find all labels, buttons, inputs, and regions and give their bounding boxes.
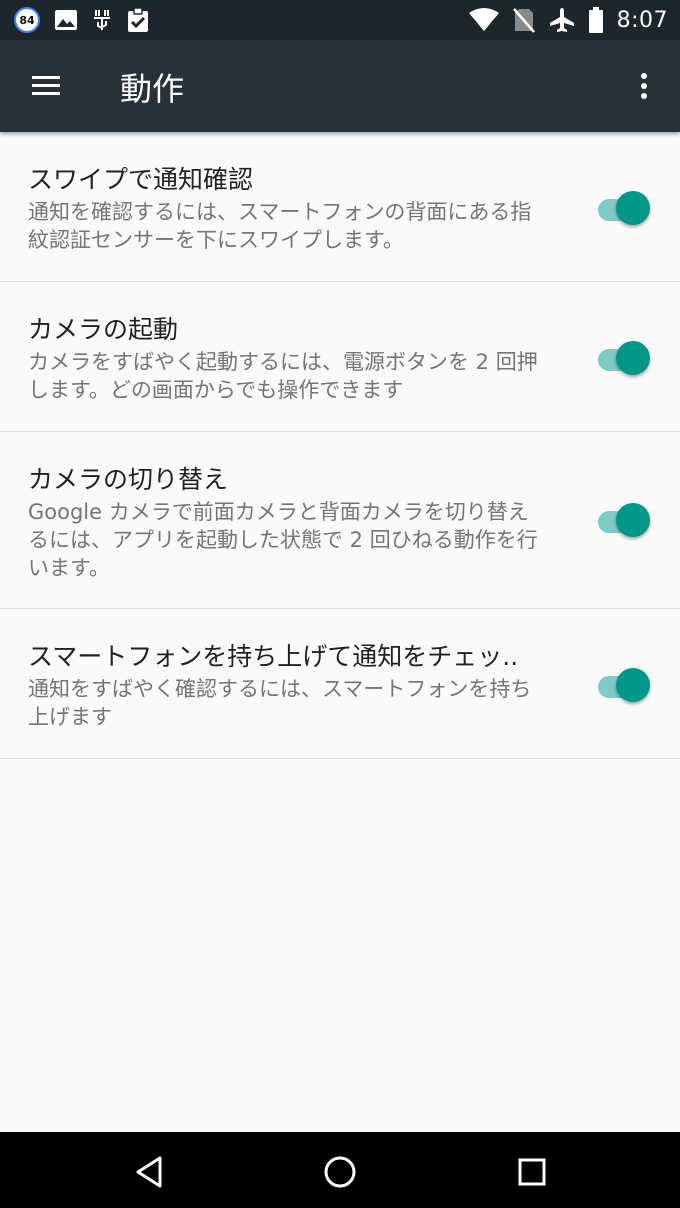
home-icon[interactable] [320, 1152, 360, 1192]
setting-swipe-notification[interactable]: スワイプで通知確認 通知を確認するには、スマートフォンの背面にある指紋認証センサ… [0, 132, 680, 282]
notification-count-badge: 84 [14, 7, 40, 33]
menu-icon[interactable] [28, 70, 64, 102]
back-icon[interactable] [130, 1152, 170, 1192]
recents-icon[interactable] [512, 1152, 552, 1192]
wifi-icon [468, 8, 499, 31]
setting-title: スマートフォンを持ち上げて通知をチェッ.. [28, 642, 519, 671]
lift-to-check-toggle[interactable] [596, 665, 650, 705]
swipe-notification-toggle[interactable] [596, 188, 650, 228]
setting-camera-launch[interactable]: カメラの起動 カメラをすばやく起動するには、電源ボタンを 2 回押します。どの画… [0, 282, 680, 432]
setting-camera-switch[interactable]: カメラの切り替え Google カメラで前面カメラと背面カメラを切り替えるには、… [0, 432, 680, 609]
airplane-icon [549, 8, 574, 32]
setting-title: カメラの切り替え [28, 465, 229, 494]
more-options-icon[interactable] [632, 70, 656, 102]
setting-lift-to-check[interactable]: スマートフォンを持ち上げて通知をチェッ.. 通知をすばやく確認するには、スマート… [0, 609, 680, 759]
page-title: 動作 [120, 70, 185, 108]
setting-subtitle: 通知を確認するには、スマートフォンの背面にある指紋認証センサーを下にスワイプしま… [28, 200, 532, 252]
settings-list: スワイプで通知確認 通知を確認するには、スマートフォンの背面にある指紋認証センサ… [0, 132, 680, 759]
status-bar: 84 8:07 [0, 0, 680, 40]
setting-subtitle: カメラをすばやく起動するには、電源ボタンを 2 回押します。どの画面からでも操作… [28, 350, 538, 402]
battery-icon [588, 7, 603, 33]
setting-subtitle: Google カメラで前面カメラと背面カメラを切り替えるには、アプリを起動した状… [28, 500, 538, 580]
camera-switch-toggle[interactable] [596, 500, 650, 540]
setting-subtitle: 通知をすばやく確認するには、スマートフォンを持ち上げます [28, 677, 532, 729]
usb-debug-icon [94, 10, 110, 30]
app-bar: 動作 [0, 40, 680, 132]
camera-launch-toggle[interactable] [596, 338, 650, 378]
clock: 8:07 [616, 7, 668, 33]
clipboard-check-icon [128, 7, 148, 32]
no-sim-icon [512, 8, 535, 33]
setting-title: カメラの起動 [28, 315, 179, 344]
setting-title: スワイプで通知確認 [28, 165, 254, 194]
navigation-bar [0, 1132, 680, 1208]
image-icon [55, 10, 77, 30]
